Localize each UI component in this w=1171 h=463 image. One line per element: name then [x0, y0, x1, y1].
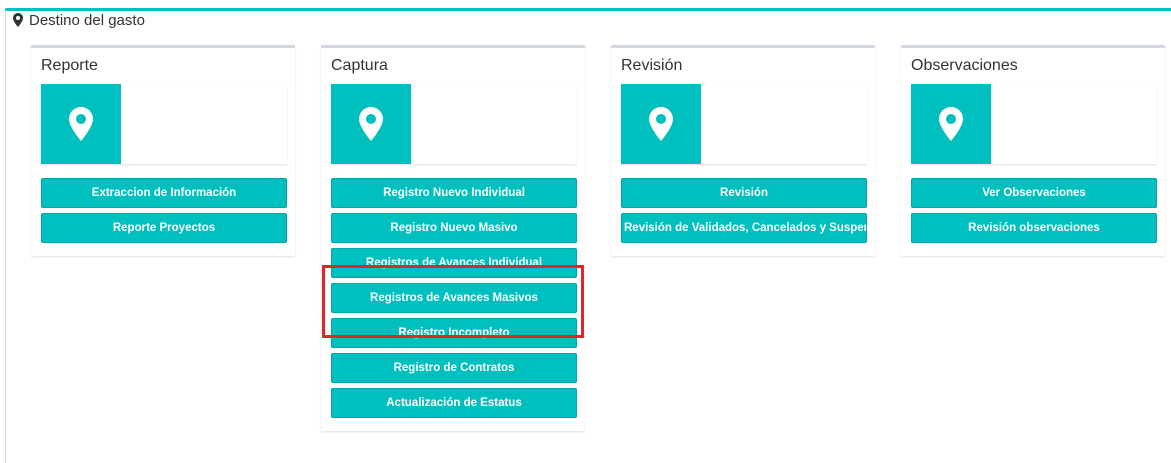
map-marker-icon [41, 84, 121, 164]
reporte-proyectos-button[interactable]: Reporte Proyectos [41, 213, 287, 243]
registros-avances-individual-button[interactable]: Registros de Avances Individual [331, 248, 577, 278]
ver-observaciones-button[interactable]: Ver Observaciones [911, 178, 1157, 208]
actualizacion-estatus-button[interactable]: Actualización de Estatus [331, 388, 577, 418]
map-marker-icon [331, 84, 411, 164]
registro-incompleto-button[interactable]: Registro Incompleto [331, 318, 577, 348]
column-reporte: Reporte Extraccion de Información Report… [31, 45, 295, 256]
info-box [911, 84, 1157, 164]
column-title: Reporte [41, 57, 98, 74]
revision-button[interactable]: Revisión [621, 178, 867, 208]
panel-title: Destino del gasto [29, 11, 145, 29]
panel-header: Destino del gasto [13, 11, 145, 29]
info-box [331, 84, 577, 164]
info-box [621, 84, 867, 164]
revision-validados-button[interactable]: Revisión de Validados, Cancelados y Susp… [621, 213, 867, 243]
registro-contratos-button[interactable]: Registro de Contratos [331, 353, 577, 383]
info-box [41, 84, 287, 164]
column-captura: Captura Registro Nuevo Individual Regist… [321, 45, 585, 431]
column-title: Revisión [621, 57, 683, 74]
column-revision: Revisión Revisión Revisión de Validados,… [611, 45, 875, 256]
extraccion-informacion-button[interactable]: Extraccion de Información [41, 178, 287, 208]
registro-nuevo-masivo-button[interactable]: Registro Nuevo Masivo [331, 213, 577, 243]
map-marker-icon [621, 84, 701, 164]
column-title: Captura [331, 57, 388, 74]
map-marker-icon [13, 13, 23, 27]
registros-avances-masivos-button[interactable]: Registros de Avances Masivos [331, 283, 577, 313]
column-title: Observaciones [911, 57, 1018, 74]
registro-nuevo-individual-button[interactable]: Registro Nuevo Individual [331, 178, 577, 208]
revision-observaciones-button[interactable]: Revisión observaciones [911, 213, 1157, 243]
column-observaciones: Observaciones Ver Observaciones Revisión… [901, 45, 1165, 256]
map-marker-icon [911, 84, 991, 164]
